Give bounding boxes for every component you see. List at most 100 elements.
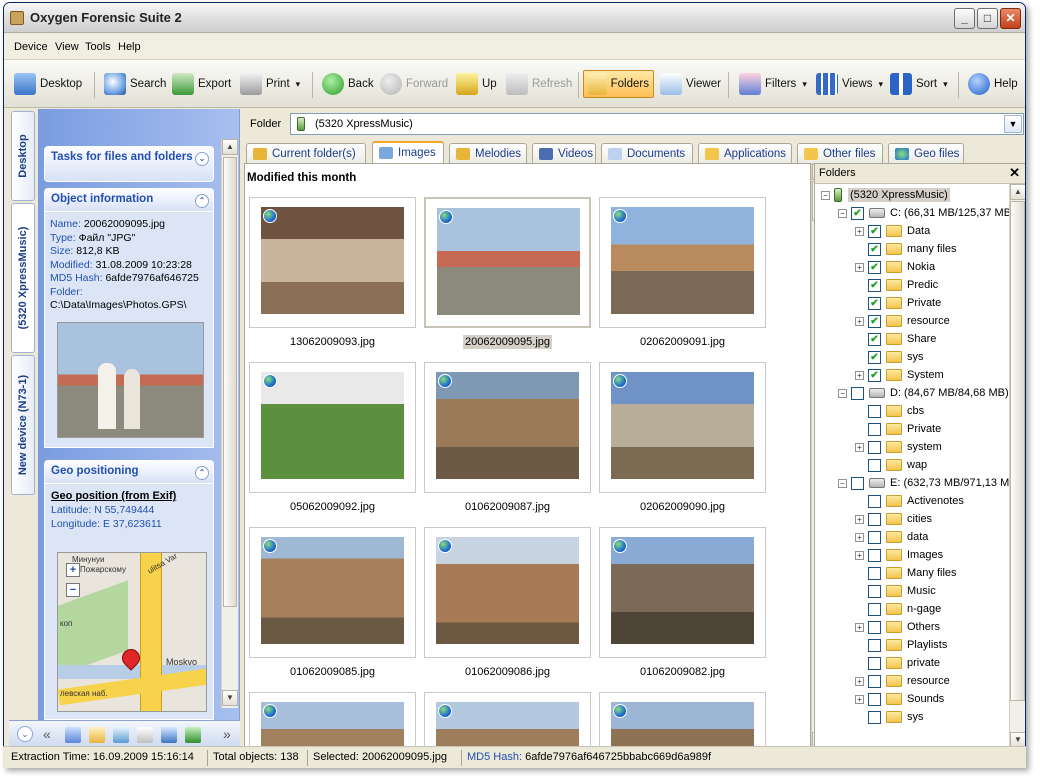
tree-row[interactable]: + Others [855, 618, 940, 636]
tree-row[interactable]: + ✔ Data [855, 222, 930, 240]
tab-n73-1[interactable]: New device (N73-1) [11, 355, 35, 495]
thumbnail[interactable] [249, 527, 416, 658]
tree-row[interactable]: Many files [855, 564, 957, 582]
tree-checkbox[interactable] [868, 458, 881, 472]
tree-expander-icon[interactable]: − [821, 190, 830, 200]
tree-row[interactable]: cbs [855, 402, 924, 420]
phonebook-icon[interactable] [65, 727, 81, 743]
tree-row[interactable]: sys [855, 708, 924, 726]
sort-dropdown-icon[interactable]: ▾ [943, 79, 948, 90]
tree-row[interactable]: + ✔ resource [855, 312, 950, 330]
forward-button[interactable]: Forward [376, 70, 452, 98]
tree-row[interactable]: Playlists [855, 636, 947, 654]
tree-checkbox[interactable] [868, 530, 881, 544]
tree-checkbox[interactable] [868, 422, 881, 436]
tree-checkbox[interactable]: ✔ [851, 206, 864, 220]
tree-row[interactable]: − ✔ C: (66,31 MB/125,37 MB) [838, 204, 1015, 222]
tree-expander-icon[interactable]: + [855, 370, 864, 380]
folder-tree-scrollbar[interactable]: ▲ ▼ [1009, 184, 1025, 749]
tree-checkbox[interactable] [868, 440, 881, 454]
tree-expander-icon[interactable]: − [838, 388, 847, 398]
messages-icon[interactable] [89, 727, 105, 743]
thumbnail[interactable] [249, 362, 416, 493]
help-button[interactable]: Help [964, 70, 1022, 98]
email-icon[interactable] [161, 727, 177, 743]
filters-dropdown-icon[interactable]: ▾ [802, 79, 807, 90]
tree-row[interactable]: − D: (84,67 MB/84,68 MB) [838, 384, 1009, 402]
scroll-down-button[interactable]: ▼ [222, 690, 238, 706]
refresh-button[interactable]: Refresh [502, 70, 576, 98]
tree-row[interactable]: n-gage [855, 600, 941, 618]
menu-help[interactable]: Help [118, 41, 141, 53]
tasks-panel-header[interactable]: Tasks for files and folders ⌄ [44, 146, 214, 182]
tree-checkbox[interactable] [868, 602, 881, 616]
collapse-chevron-icon[interactable]: ⌃ [195, 194, 209, 208]
scroll-up-button[interactable]: ▲ [222, 139, 238, 155]
views-button[interactable]: Views ▾ [812, 70, 887, 98]
tab-images[interactable]: Images [372, 141, 444, 163]
collapse-chevron-icon[interactable]: ⌃ [195, 466, 209, 480]
tree-checkbox[interactable]: ✔ [868, 314, 881, 328]
thumbnail[interactable] [599, 362, 766, 493]
folder-select[interactable]: (5320 XpressMusic) ▼ [290, 113, 1024, 135]
folder-dropdown-icon[interactable]: ▼ [1004, 115, 1022, 133]
menu-tools[interactable]: Tools [85, 41, 111, 53]
thumbnail-selected[interactable] [424, 197, 591, 328]
desktop-button[interactable]: Desktop [10, 70, 86, 98]
tab-desktop[interactable]: Desktop [11, 111, 35, 201]
tree-checkbox[interactable] [851, 386, 864, 400]
tree-expander-icon[interactable]: + [855, 514, 864, 524]
zoom-in-button[interactable]: + [66, 563, 80, 577]
tree-checkbox[interactable] [868, 494, 881, 508]
close-icon[interactable]: ✕ [1009, 165, 1020, 181]
thumbnail[interactable] [599, 197, 766, 328]
tree-checkbox[interactable]: ✔ [868, 368, 881, 382]
tree-checkbox[interactable] [868, 620, 881, 634]
thumbnail[interactable] [249, 197, 416, 328]
tree-expander-icon[interactable]: + [855, 676, 864, 686]
search-button[interactable]: Search [100, 70, 170, 98]
scroll-thumb[interactable] [223, 157, 237, 607]
tree-checkbox[interactable] [868, 512, 881, 526]
tree-row[interactable]: + resource [855, 672, 950, 690]
sort-button[interactable]: Sort ▾ [886, 70, 952, 98]
viewer-button[interactable]: Viewer [656, 70, 725, 98]
thumbnail[interactable] [424, 527, 591, 658]
tab-documents[interactable]: Documents [601, 143, 693, 163]
tree-row[interactable]: + Sounds [855, 690, 944, 708]
thumbnail[interactable] [249, 692, 416, 748]
print-dropdown-icon[interactable]: ▾ [296, 79, 301, 90]
tab-5320-xpressmusic[interactable]: (5320 XpressMusic) [11, 203, 35, 353]
tab-videos[interactable]: Videos [532, 143, 596, 163]
notes-icon[interactable] [137, 727, 153, 743]
tree-expander-icon[interactable]: + [855, 442, 864, 452]
thumbnail[interactable] [599, 692, 766, 748]
geo-panel-header[interactable]: Geo positioning ⌃ [44, 460, 214, 484]
thumbnail[interactable] [424, 362, 591, 493]
thumbnail[interactable] [424, 692, 591, 748]
tab-geo-files[interactable]: Geo files [888, 143, 964, 163]
tree-checkbox[interactable] [868, 692, 881, 706]
panel-options-chevron-icon[interactable]: ⌄ [17, 726, 33, 742]
tree-checkbox[interactable]: ✔ [868, 260, 881, 274]
tree-checkbox[interactable] [868, 548, 881, 562]
tab-melodies[interactable]: Melodies [449, 143, 527, 163]
tree-checkbox[interactable] [868, 404, 881, 418]
tree-row[interactable]: ✔ Private [855, 294, 941, 312]
up-button[interactable]: Up [452, 70, 501, 98]
tree-row[interactable]: private [855, 654, 940, 672]
menu-device[interactable]: Device [14, 41, 48, 53]
tree-expander-icon[interactable]: − [838, 208, 847, 218]
tree-row[interactable]: ✔ sys [855, 348, 924, 366]
nav-next-button[interactable]: » [223, 726, 231, 742]
tree-expander-icon[interactable]: + [855, 532, 864, 542]
thumbnail[interactable] [599, 527, 766, 658]
title-bar[interactable]: Oxygen Forensic Suite 2 _ □ ✕ [4, 3, 1025, 33]
maximize-button[interactable]: □ [977, 8, 998, 29]
tree-expander-icon[interactable]: + [855, 226, 864, 236]
tree-expander-icon[interactable]: + [855, 316, 864, 326]
tree-checkbox[interactable] [868, 638, 881, 652]
scroll-up-button[interactable]: ▲ [1010, 184, 1025, 200]
tree-checkbox[interactable]: ✔ [868, 224, 881, 238]
calendar-icon[interactable] [113, 727, 129, 743]
